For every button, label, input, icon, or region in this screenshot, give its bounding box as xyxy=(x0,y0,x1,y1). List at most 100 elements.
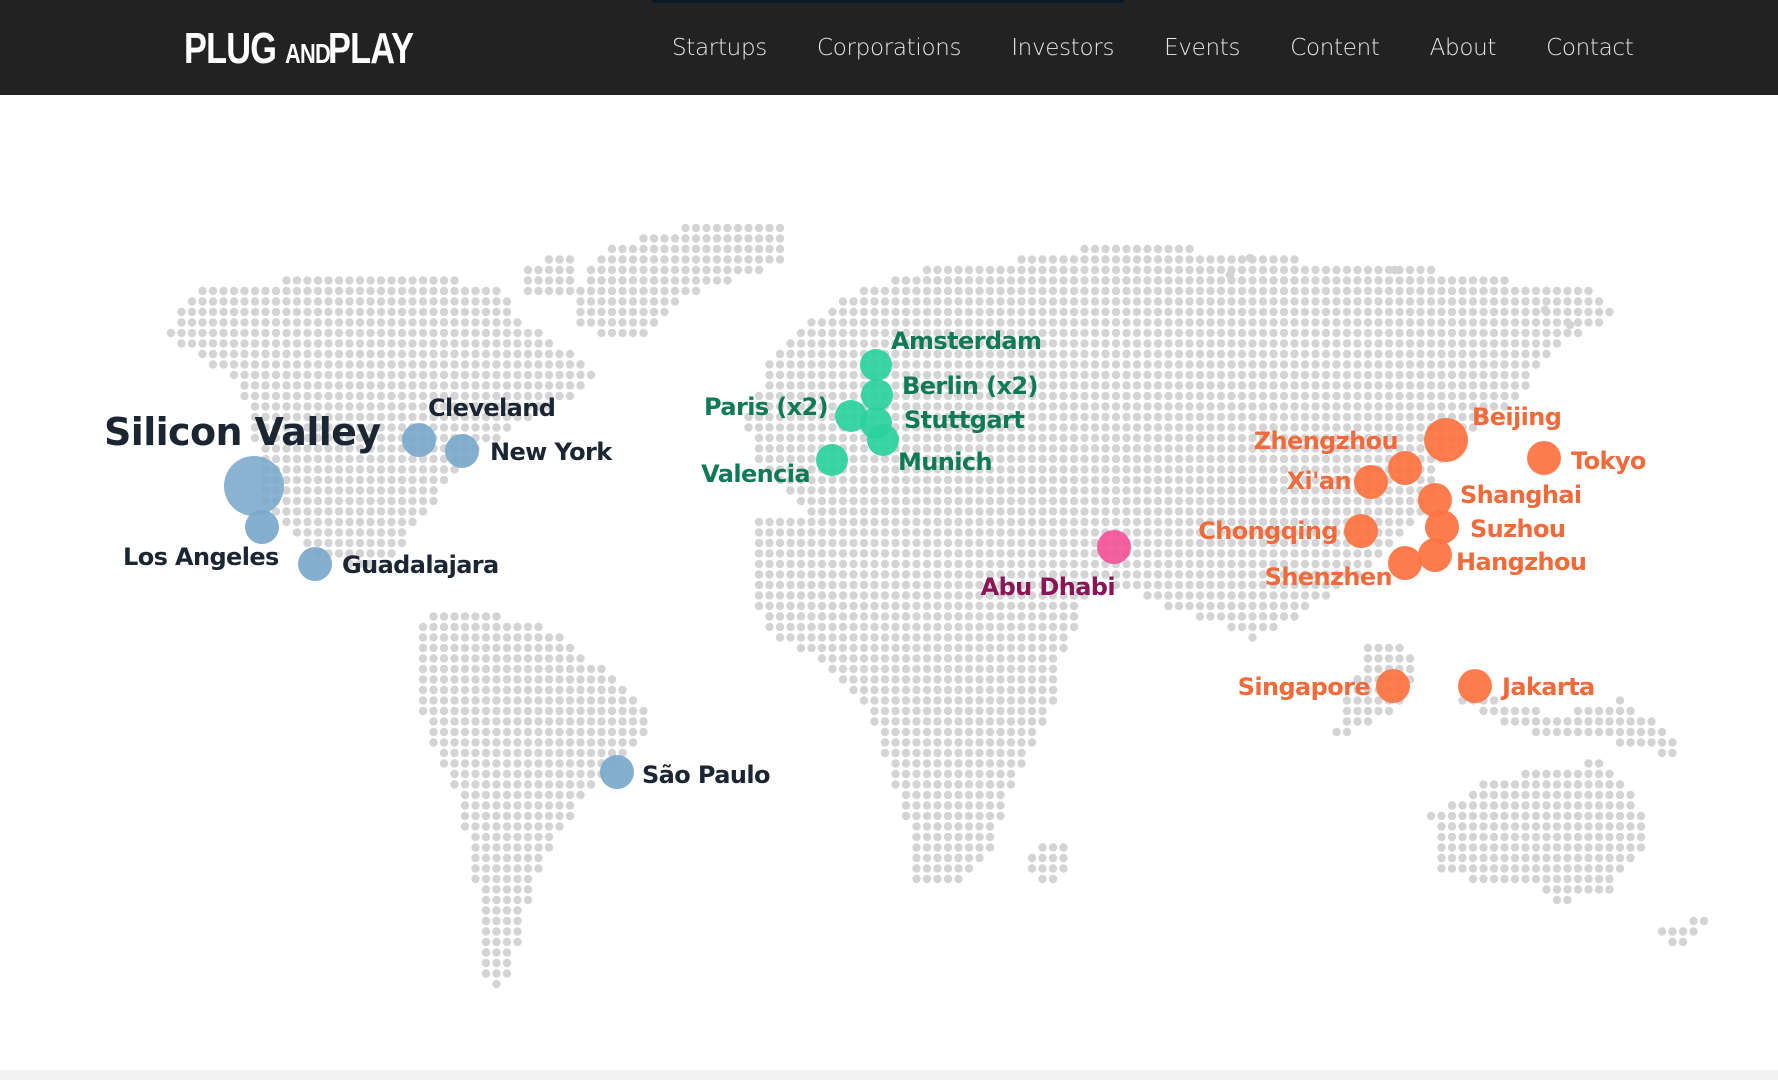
map-dot xyxy=(460,286,470,296)
nav-content[interactable]: Content xyxy=(1290,30,1380,66)
map-dot xyxy=(1006,643,1016,653)
map-dot xyxy=(807,496,816,506)
map-dot xyxy=(376,381,386,390)
cleveland-marker[interactable] xyxy=(402,423,436,457)
location-singapore[interactable]: Singapore xyxy=(1238,669,1410,703)
map-dot xyxy=(282,454,291,464)
map-dot xyxy=(492,738,501,747)
location-valencia[interactable]: Valencia xyxy=(701,444,848,488)
map-dot xyxy=(975,769,984,779)
map-dot xyxy=(439,465,449,474)
map-dot xyxy=(943,297,953,306)
map-dot xyxy=(1542,811,1551,821)
berlin-x2-marker[interactable] xyxy=(861,379,893,411)
amsterdam-marker[interactable] xyxy=(860,349,892,381)
map-dot xyxy=(502,969,512,978)
map-dot xyxy=(786,538,795,548)
map-dot xyxy=(1132,412,1142,422)
plug-and-play-logo[interactable]: PLUG AND PLAY xyxy=(184,24,437,73)
map-dot xyxy=(775,517,785,527)
map-dot xyxy=(429,486,438,495)
map-dot xyxy=(1500,853,1509,863)
map-dot xyxy=(513,790,522,800)
map-dot xyxy=(1563,780,1572,789)
map-dot xyxy=(849,465,858,474)
new-york-marker[interactable] xyxy=(445,434,479,468)
map-dot xyxy=(933,360,942,369)
map-dot xyxy=(901,286,911,296)
location-suzhou[interactable]: Suzhou xyxy=(1425,510,1566,544)
munich-marker[interactable] xyxy=(867,424,899,456)
beijing-marker[interactable] xyxy=(1424,418,1468,462)
map-dot xyxy=(1552,822,1562,831)
map-dot xyxy=(1615,780,1625,789)
chongqing-marker[interactable] xyxy=(1344,514,1378,548)
zhengzhou-marker[interactable] xyxy=(1388,451,1422,485)
hangzhou-marker[interactable] xyxy=(1418,538,1452,572)
map-dot xyxy=(418,696,428,705)
map-dot xyxy=(1300,507,1310,516)
location-chongqing[interactable]: Chongqing xyxy=(1198,514,1378,548)
valencia-marker[interactable] xyxy=(816,444,848,476)
xi-an-marker[interactable] xyxy=(1354,465,1388,499)
map-dot xyxy=(1353,297,1362,306)
location-s-o-paulo[interactable]: São Paulo xyxy=(600,755,771,789)
los-angeles-marker[interactable] xyxy=(245,510,279,544)
silicon-valley-marker[interactable] xyxy=(224,456,284,516)
map-dot xyxy=(324,454,333,464)
tokyo-marker[interactable] xyxy=(1527,441,1561,475)
map-dot xyxy=(1227,318,1236,327)
map-dot xyxy=(492,874,501,884)
map-dot xyxy=(985,822,995,831)
location-los-angeles[interactable]: Los Angeles xyxy=(123,510,280,571)
location-xi-an[interactable]: Xi'an xyxy=(1287,465,1388,499)
nav-startups[interactable]: Startups xyxy=(672,30,767,66)
map-dot xyxy=(1416,286,1425,296)
jakarta-marker[interactable] xyxy=(1458,669,1492,703)
nav-investors[interactable]: Investors xyxy=(1011,30,1114,66)
map-dot xyxy=(1573,318,1583,327)
map-dot xyxy=(1101,381,1110,390)
map-dot xyxy=(1174,517,1184,527)
shenzhen-marker[interactable] xyxy=(1388,546,1422,580)
map-dot xyxy=(576,381,585,390)
abu-dhabi-marker[interactable] xyxy=(1097,530,1131,564)
map-dot xyxy=(513,370,522,380)
map-dot xyxy=(1363,654,1373,663)
singapore-marker[interactable] xyxy=(1376,669,1410,703)
map-dot xyxy=(1353,318,1362,327)
map-dot xyxy=(1479,381,1488,390)
map-dot xyxy=(1206,265,1215,275)
map-dot xyxy=(859,580,869,590)
map-dot xyxy=(1132,423,1142,432)
map-dot xyxy=(1153,486,1163,495)
map-dot xyxy=(408,370,417,380)
location-hangzhou[interactable]: Hangzhou xyxy=(1418,538,1587,576)
map-dot xyxy=(502,675,512,684)
map-dot xyxy=(1384,276,1394,285)
map-dot xyxy=(544,286,554,296)
location-new-york[interactable]: New York xyxy=(445,434,614,468)
map-dot xyxy=(1269,286,1278,296)
map-dot xyxy=(912,832,921,842)
guadalajara-marker[interactable] xyxy=(298,547,332,581)
nav-about[interactable]: About xyxy=(1430,30,1497,66)
nav-contact[interactable]: Contact xyxy=(1546,30,1634,66)
s-o-paulo-marker[interactable] xyxy=(600,755,634,789)
map-dot xyxy=(796,549,806,558)
nav-corporations[interactable]: Corporations xyxy=(817,30,962,66)
map-dot xyxy=(712,265,722,275)
map-dot xyxy=(1017,496,1026,506)
map-dot xyxy=(271,318,281,327)
nav-events[interactable]: Events xyxy=(1164,30,1240,66)
map-dot xyxy=(1038,381,1047,390)
map-dot xyxy=(1111,349,1121,359)
map-dot xyxy=(891,706,900,716)
map-dot xyxy=(891,654,900,663)
map-dot xyxy=(1206,412,1215,422)
location-jakarta[interactable]: Jakarta xyxy=(1458,669,1595,703)
map-dot xyxy=(943,307,953,317)
map-dot xyxy=(1017,454,1026,464)
location-tokyo[interactable]: Tokyo xyxy=(1527,441,1646,475)
map-dot xyxy=(954,801,963,810)
